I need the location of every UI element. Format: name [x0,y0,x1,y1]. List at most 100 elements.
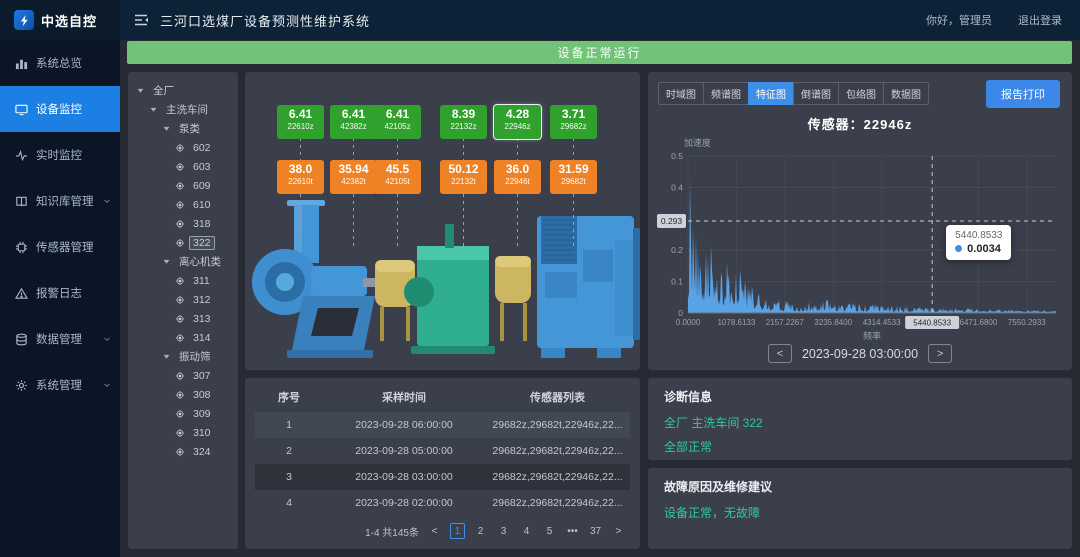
sensor-badge-42382z[interactable]: 6.4142382z [330,105,377,139]
sensor-badge-22610t[interactable]: 38.022610t [277,160,324,194]
node-gear-icon [175,143,185,153]
sensor-badge-42105z[interactable]: 6.4142105z [374,105,421,139]
tree-node-311[interactable]: 311 [132,271,234,290]
sidebar-item-label: 系统总览 [36,55,82,71]
tree-node-label: 308 [189,388,215,402]
tree-node-label: 309 [189,407,215,421]
svg-text:0.293: 0.293 [661,216,683,226]
sample-time: 2023-09-28 03:00:00 [323,464,485,490]
realtime-icon [15,149,28,162]
page-2[interactable]: 2 [473,523,488,539]
tree-node-全厂[interactable]: 全厂 [132,81,234,100]
sidebar-item-6[interactable]: 数据管理 [0,316,120,362]
page-4[interactable]: 4 [519,523,534,539]
table-row-4[interactable]: 42023-09-28 02:00:0029682z,29682t,22946z… [255,490,630,516]
sample-time: 2023-09-28 06:00:00 [323,412,485,438]
tree-node-label: 318 [189,217,215,231]
prev-page-button[interactable]: < [427,523,442,539]
tree-node-309[interactable]: 309 [132,404,234,423]
tab-5[interactable]: 数据图 [883,82,929,105]
sample-table-panel: 序号采样时间传感器列表 12023-09-28 06:00:0029682z,2… [245,378,640,549]
prev-date-button[interactable]: < [768,344,792,363]
tab-1[interactable]: 频谱图 [703,82,749,105]
table-row-1[interactable]: 12023-09-28 06:00:0029682z,29682t,22946z… [255,412,630,438]
sensor-badge-22946t[interactable]: 36.022946t [494,160,541,194]
svg-text:0.5: 0.5 [671,151,683,161]
table-row-3[interactable]: 32023-09-28 03:00:0029682z,29682t,22946z… [255,464,630,490]
next-date-button[interactable]: > [928,344,952,363]
tree-node-label: 307 [189,369,215,383]
sensor-badge-22132z[interactable]: 8.3922132z [440,105,487,139]
equipment-tree: 全厂主洗车间泵类602603609610318322离心机类3113123133… [128,72,238,549]
table-header-0: 序号 [255,382,323,412]
tab-2[interactable]: 特征图 [748,82,794,105]
tree-node-泵类[interactable]: 泵类 [132,119,234,138]
sidebar-item-1[interactable]: 设备监控 [0,86,120,132]
sidebar-item-3[interactable]: 知识库管理 [0,178,120,224]
tree-node-314[interactable]: 314 [132,328,234,347]
sensor-badge-22610z[interactable]: 6.4122610z [277,105,324,139]
tree-node-322[interactable]: 322 [132,233,234,252]
tab-4[interactable]: 包络图 [838,82,884,105]
print-report-button[interactable]: 报告打印 [986,80,1060,108]
tree-node-label: 全厂 [149,82,178,99]
page-1[interactable]: 1 [450,523,465,539]
pagination: 1-4 共145条<12345•••37> [255,523,630,539]
tab-0[interactable]: 时域图 [658,82,704,105]
sensor-value: 8.39 [440,108,487,121]
sensor-badge-29682z[interactable]: 3.7129682z [550,105,597,139]
tree-node-313[interactable]: 313 [132,309,234,328]
sensor-id: 22610z [277,121,324,132]
sensor-badge-22946z[interactable]: 4.2822946z [494,105,541,139]
tree-node-318[interactable]: 318 [132,214,234,233]
sensor-id: 22946z [494,121,541,132]
tree-node-振动筛[interactable]: 振动筛 [132,347,234,366]
sidebar-item-5[interactable]: 报警日志 [0,270,120,316]
page-3[interactable]: 3 [496,523,511,539]
svg-text:6471.6800: 6471.6800 [960,318,998,327]
logout-link[interactable]: 退出登录 [1018,12,1062,28]
tree-node-310[interactable]: 310 [132,423,234,442]
tree-node-308[interactable]: 308 [132,385,234,404]
sidebar-item-0[interactable]: 系统总览 [0,40,120,86]
diagnosis-location[interactable]: 全厂 主洗车间 322 [664,414,1056,431]
sensor-badge-42105t[interactable]: 45.542105t [374,160,421,194]
tree-node-603[interactable]: 603 [132,157,234,176]
sensor-value: 6.41 [277,108,324,121]
sensor-badge-22132t[interactable]: 50.1222132t [440,160,487,194]
tree-node-610[interactable]: 610 [132,195,234,214]
current-date: 2023-09-28 03:00:00 [802,347,918,361]
svg-text:4314.4533: 4314.4533 [863,318,901,327]
sidebar-item-7[interactable]: 系统管理 [0,362,120,408]
tree-node-label: 610 [189,198,215,212]
menu-fold-icon[interactable] [132,11,150,29]
table-row-2[interactable]: 22023-09-28 05:00:0029682z,29682t,22946z… [255,438,630,464]
tree-node-324[interactable]: 324 [132,442,234,461]
tree-node-602[interactable]: 602 [132,138,234,157]
page-5[interactable]: 5 [542,523,557,539]
sensor-value: 35.94 [330,163,377,176]
svg-text:0.2: 0.2 [671,245,683,255]
table-header-1: 采样时间 [323,382,485,412]
next-page-button[interactable]: > [611,523,626,539]
tree-node-label: 324 [189,445,215,459]
sensor-badge-42382t[interactable]: 35.9442382t [330,160,377,194]
sidebar-item-2[interactable]: 实时监控 [0,132,120,178]
svg-text:1078.6133: 1078.6133 [717,318,755,327]
page-37[interactable]: 37 [588,523,603,539]
tree-node-312[interactable]: 312 [132,290,234,309]
chart-panel: 时域图频谱图特征图倒谱图包络图数据图 报告打印 传感器：22946z 加速度 0… [648,72,1072,370]
chevron-down-icon [102,196,112,206]
tree-node-307[interactable]: 307 [132,366,234,385]
tab-3[interactable]: 倒谱图 [793,82,839,105]
node-gear-icon [175,371,185,381]
sidebar-item-4[interactable]: 传感器管理 [0,224,120,270]
tree-node-609[interactable]: 609 [132,176,234,195]
tree-node-离心机类[interactable]: 离心机类 [132,252,234,271]
tree-node-主洗车间[interactable]: 主洗车间 [132,100,234,119]
page-ellipsis[interactable]: ••• [565,523,580,539]
node-gear-icon [175,333,185,343]
page-title: 三河口选煤厂设备预测性维护系统 [160,11,370,30]
sensor-badge-29682t[interactable]: 31.5929682t [550,160,597,194]
sensor-list: 29682z,29682t,22946z,22... [485,464,630,490]
